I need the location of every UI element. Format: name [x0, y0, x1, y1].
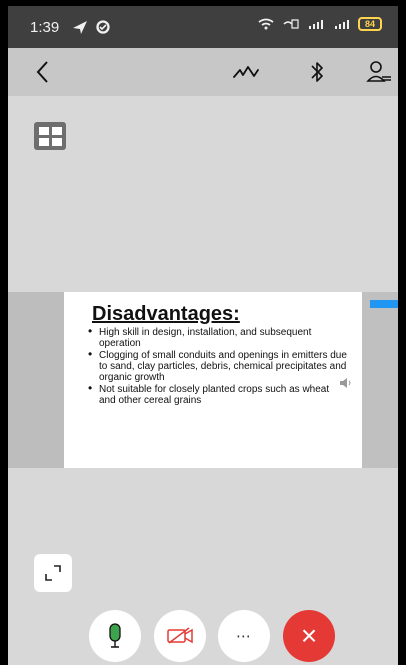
end-call-button[interactable]: × [283, 610, 335, 662]
chevron-left-icon [36, 61, 48, 83]
participants-button[interactable] [363, 56, 395, 88]
slide-bullet: High skill in design, installation, and … [88, 326, 348, 349]
call-screen: 1:39 84 Disadvantages: • High skill in d… [8, 6, 398, 665]
call-controls: ⋯ × [8, 610, 398, 665]
people-icon [366, 61, 391, 82]
status-icons: 84 [258, 17, 382, 31]
navigation-icon [73, 21, 87, 34]
status-bar: 1:39 84 [8, 6, 398, 48]
slide-bullet: Clogging of small conduits and openings … [88, 349, 348, 383]
grid-icon-tile [38, 137, 49, 146]
presentation-area: Disadvantages: High skill in design, ins… [8, 96, 398, 665]
camera-button[interactable] [154, 610, 206, 662]
pen-icon [233, 66, 259, 78]
fullscreen-button[interactable] [34, 554, 72, 592]
camera-off-icon [167, 627, 193, 644]
signal-icon-2 [335, 20, 349, 29]
slide-bullets: High skill in design, installation, and … [88, 326, 348, 407]
battery-indicator: 84 [358, 17, 382, 31]
close-icon: × [300, 620, 318, 651]
grid-icon-tile [51, 126, 62, 135]
call-toolbar [8, 48, 398, 96]
sync-icon [96, 20, 110, 34]
ellipsis-icon: ⋯ [236, 628, 252, 645]
bluetooth-icon [311, 62, 323, 82]
slide-title: Disadvantages: [92, 303, 240, 325]
slide-tag [370, 300, 398, 308]
bluetooth-button[interactable] [301, 56, 333, 88]
slide-edge [362, 292, 398, 468]
back-button[interactable] [26, 56, 58, 88]
more-options-button[interactable]: ⋯ [218, 610, 270, 662]
status-time: 1:39 [30, 19, 60, 36]
top-bar: 1:39 84 [8, 6, 398, 96]
expand-icon [45, 565, 61, 581]
signal-icon [309, 20, 323, 29]
microphone-icon [109, 623, 121, 648]
volte-icon [283, 19, 299, 29]
speaker-icon [340, 378, 351, 388]
shared-slide: Disadvantages: High skill in design, ins… [64, 292, 362, 468]
pen-button[interactable] [230, 56, 262, 88]
grid-icon-tile [51, 137, 62, 146]
grid-icon-tile [38, 126, 49, 135]
slide-bullet: Not suitable for closely planted crops s… [88, 383, 348, 406]
gallery-view-button[interactable] [34, 122, 66, 150]
wifi-icon [258, 18, 274, 30]
mic-button[interactable] [89, 610, 141, 662]
